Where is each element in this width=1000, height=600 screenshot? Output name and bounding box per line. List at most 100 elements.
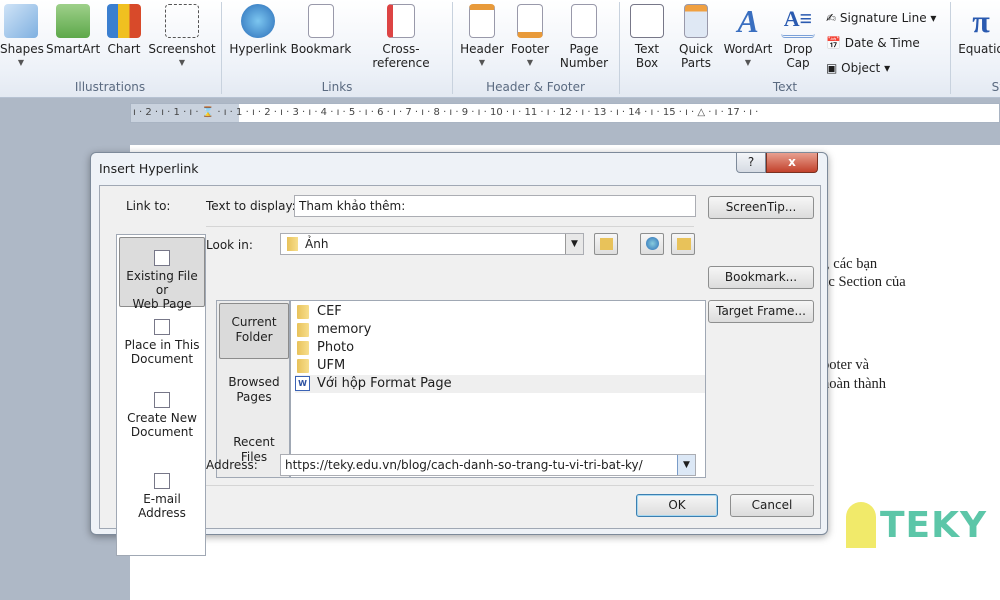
wordart-button[interactable]: A WordArt ▼ [720,4,776,70]
drop-cap-button[interactable]: A≡ Drop Cap [778,4,818,70]
list-item[interactable]: CEF [295,303,705,321]
bookmark-button[interactable]: Bookmark... [708,266,814,289]
label: Pages [236,390,272,404]
text-to-display-input[interactable]: Tham khảo thêm: [294,195,696,217]
list-item[interactable]: W Với hộp Format Page [295,375,705,393]
chevron-down-icon: ▼ [526,58,534,67]
document-text: hoàn thành [822,376,887,392]
equation-button[interactable]: π Equatio [956,4,1000,56]
object-button[interactable]: ▣ Object ▾ [826,56,936,81]
label: Parts [681,56,711,70]
address-label: Address: [206,458,258,472]
browse-file-button[interactable] [671,233,695,255]
nav-browsed-pages[interactable]: Browsed Pages [219,375,289,405]
chart-button[interactable]: Chart [104,4,144,56]
ruler-ticks: ı · 2 · ı · 1 · ı · ⌛ · ı · 1 · ı · 2 · … [133,107,759,118]
folder-icon [297,305,309,319]
link-to-place-in-document[interactable]: Place in This Document [119,319,205,379]
group-label-text: Text [772,80,798,94]
list-item[interactable]: UFM [295,357,705,375]
cross-reference-icon [387,4,415,38]
browse-web-button[interactable] [640,233,664,255]
browse-web-icon [646,237,659,250]
address-input[interactable]: https://teky.edu.vn/blog/cach-danh-so-tr… [280,454,696,476]
divider [950,2,951,94]
text-box-icon [630,4,664,38]
folder-icon [297,323,309,337]
group-label-links: Links [321,80,353,94]
ok-button[interactable]: OK [636,494,718,517]
dialog-title: Insert Hyperlink [99,161,199,176]
look-in-select[interactable]: Ảnh ▼ [280,233,584,255]
date-time-button[interactable]: 📅 Date & Time [826,31,936,56]
header-icon [469,4,495,38]
label: Header [460,42,504,56]
chevron-down-icon[interactable]: ▼ [677,455,695,475]
horizontal-ruler[interactable]: ı · 2 · ı · 1 · ı · ⌛ · ı · 1 · ı · 2 · … [130,103,1000,123]
text-to-display-label: Text to display: [206,199,296,213]
cancel-button[interactable]: Cancel [730,494,814,517]
nav-current-folder[interactable]: Current Folder [219,303,289,359]
folder-icon [287,237,298,251]
smartart-button[interactable]: SmartArt [46,4,100,56]
label: Web Page [132,297,192,311]
up-folder-button[interactable] [594,233,618,255]
label: Shapes [0,42,44,56]
label: Quick [679,42,713,56]
link-to-existing-file[interactable]: Existing File or Web Page [119,237,205,311]
existing-file-icon [154,250,170,266]
drop-cap-icon: A≡ [781,4,815,38]
label: Screenshot [148,42,216,56]
shapes-button[interactable]: Shapes ▼ [0,4,44,70]
label: Create New [127,411,197,425]
label: SmartArt [46,42,101,56]
list-item[interactable]: memory [295,321,705,339]
list-item[interactable]: Photo [295,339,705,357]
quick-parts-button[interactable]: Quick Parts [674,4,718,70]
target-frame-button[interactable]: Target Frame... [708,300,814,323]
chart-icon [107,4,141,38]
new-document-icon [154,392,170,408]
screenshot-button[interactable]: Screenshot ▼ [148,4,216,70]
page-number-button[interactable]: Page Number [554,4,614,70]
label: Recent [233,435,275,449]
divider [206,485,814,486]
ribbon: Shapes ▼ SmartArt Chart Screenshot ▼ Illus… [0,0,1000,98]
hyperlink-button[interactable]: Hyperlink [228,4,288,56]
text-box-button[interactable]: Text Box [626,4,668,70]
screentip-button[interactable]: ScreenTip... [708,196,814,219]
link-to-email-address[interactable]: E-mail Address [119,473,205,533]
folder-icon [297,359,309,373]
close-button[interactable]: x [766,153,818,173]
header-button[interactable]: Header ▼ [458,4,506,70]
help-button[interactable]: ? [736,153,766,173]
chevron-down-icon[interactable]: ▼ [565,234,583,254]
group-label-header-footer: Header & Footer [486,80,585,94]
bookmark-button[interactable]: Bookmark [290,4,352,56]
label: WordArt [723,42,773,56]
label: Page [569,42,599,56]
teky-logo: TEKY [880,505,988,546]
pi-icon: π [972,3,990,39]
text-small-buttons: ✍ Signature Line ▾ 📅 Date & Time ▣ Objec… [826,6,936,81]
link-to-create-new-document[interactable]: Create New Document [119,392,205,452]
label: Text [634,42,660,56]
group-label-symbols: Sy [991,80,1000,94]
document-text: ác Section của [822,274,906,290]
open-folder-icon [677,238,691,250]
chevron-down-icon: ▼ [744,58,752,67]
chevron-down-icon: ▼ [478,58,486,67]
label: Box [635,56,659,70]
label: Bookmark [290,42,352,56]
label: Document [130,425,194,439]
label: Existing File or [126,269,198,297]
address-value: https://teky.edu.vn/blog/cach-danh-so-tr… [285,458,643,472]
signature-line-button[interactable]: ✍ Signature Line ▾ [826,6,936,31]
teky-logo-icon [846,502,876,548]
label: Footer [510,42,550,56]
close-icon: x [788,155,796,169]
file-name: Với hộp Format Page [317,376,452,391]
shapes-icon [4,4,38,38]
cross-reference-button[interactable]: Cross-reference [354,4,448,70]
footer-button[interactable]: Footer ▼ [506,4,554,70]
